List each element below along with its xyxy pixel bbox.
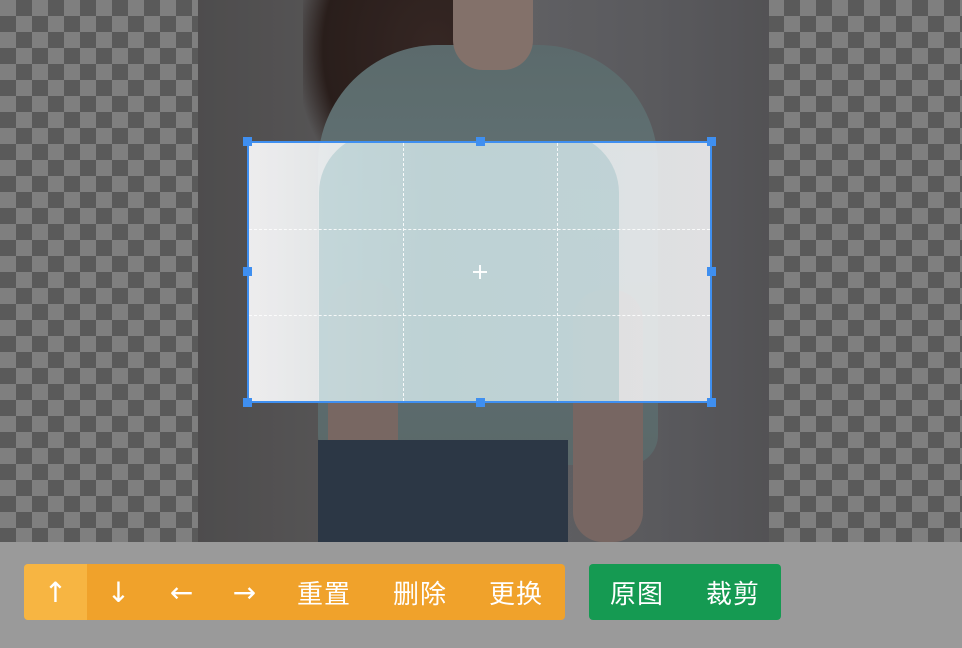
crop-handle-top-right[interactable] bbox=[707, 137, 716, 146]
arrow-right-icon: → bbox=[232, 575, 257, 609]
crop-center-plus-icon bbox=[472, 265, 487, 279]
replace-button[interactable]: 更换 bbox=[468, 564, 564, 620]
crop-button[interactable]: 裁剪 bbox=[685, 564, 781, 620]
arrow-up-icon: ↑ bbox=[43, 575, 68, 609]
crop-handle-right[interactable] bbox=[707, 267, 716, 276]
crop-handle-top-left[interactable] bbox=[243, 137, 252, 146]
edit-button-group: ↑ ↓ ← → 重置 删除 更换 bbox=[24, 564, 565, 620]
arrow-down-icon: ↓ bbox=[106, 575, 131, 609]
move-right-button[interactable]: → bbox=[213, 564, 276, 620]
crop-guide-vertical-1 bbox=[403, 143, 404, 401]
editor-toolbar: ↑ ↓ ← → 重置 删除 更换 原图 裁剪 bbox=[0, 542, 962, 648]
crop-handle-left[interactable] bbox=[243, 267, 252, 276]
move-left-button[interactable]: ← bbox=[150, 564, 213, 620]
move-up-button[interactable]: ↑ bbox=[24, 564, 87, 620]
image-canvas[interactable] bbox=[0, 0, 962, 542]
crop-guide-horizontal-2 bbox=[249, 315, 710, 316]
crop-handle-top[interactable] bbox=[476, 137, 485, 146]
original-image-button[interactable]: 原图 bbox=[589, 564, 685, 620]
crop-handle-bottom-left[interactable] bbox=[243, 398, 252, 407]
crop-box[interactable] bbox=[243, 137, 716, 407]
delete-button[interactable]: 删除 bbox=[372, 564, 468, 620]
crop-guide-horizontal-1 bbox=[249, 229, 710, 230]
crop-preview-shirt bbox=[319, 143, 619, 401]
crop-handle-bottom[interactable] bbox=[476, 398, 485, 407]
crop-handle-bottom-right[interactable] bbox=[707, 398, 716, 407]
crop-guide-vertical-2 bbox=[557, 143, 558, 401]
reset-button[interactable]: 重置 bbox=[276, 564, 372, 620]
move-down-button[interactable]: ↓ bbox=[87, 564, 150, 620]
arrow-left-icon: ← bbox=[169, 575, 194, 609]
output-button-group: 原图 裁剪 bbox=[589, 564, 781, 620]
